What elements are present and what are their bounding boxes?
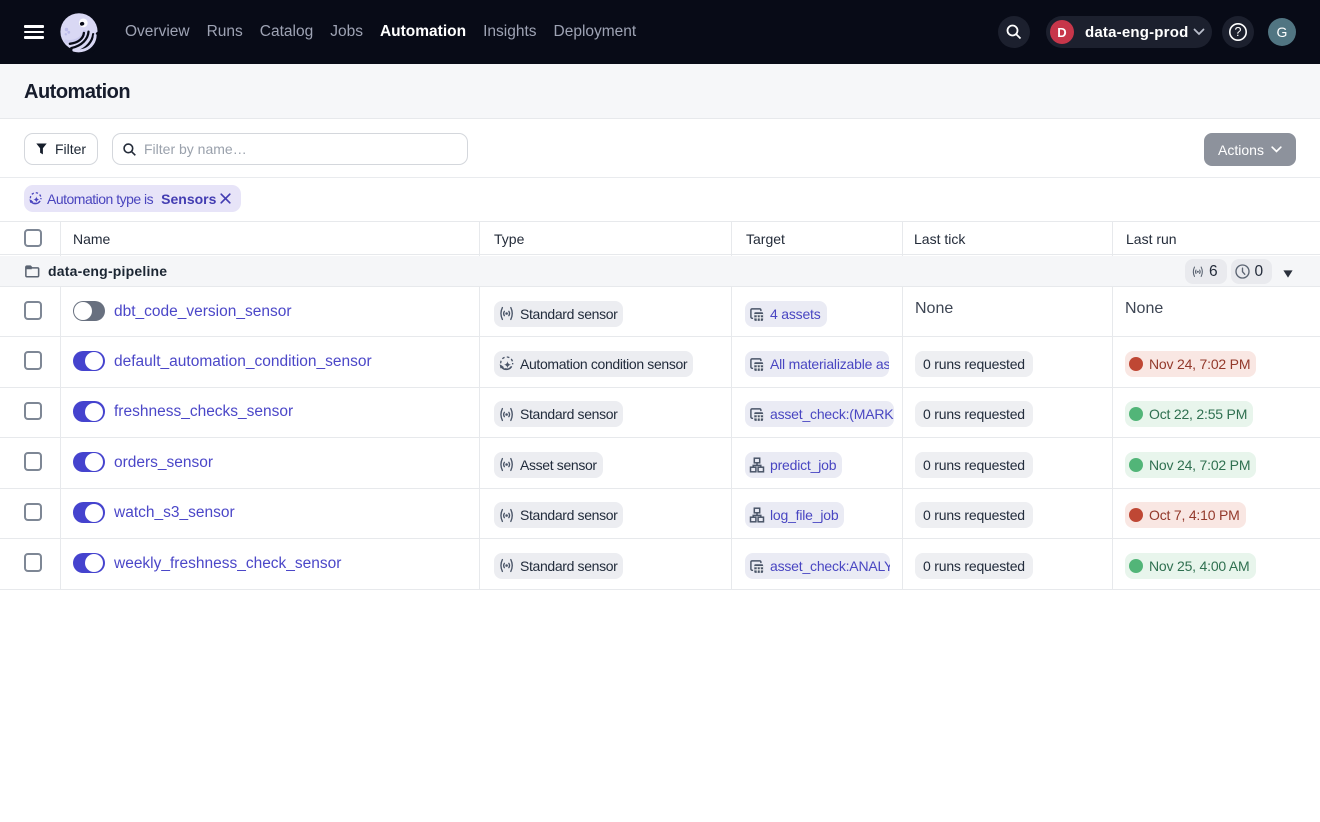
svg-text:?: ? [1235,25,1242,39]
